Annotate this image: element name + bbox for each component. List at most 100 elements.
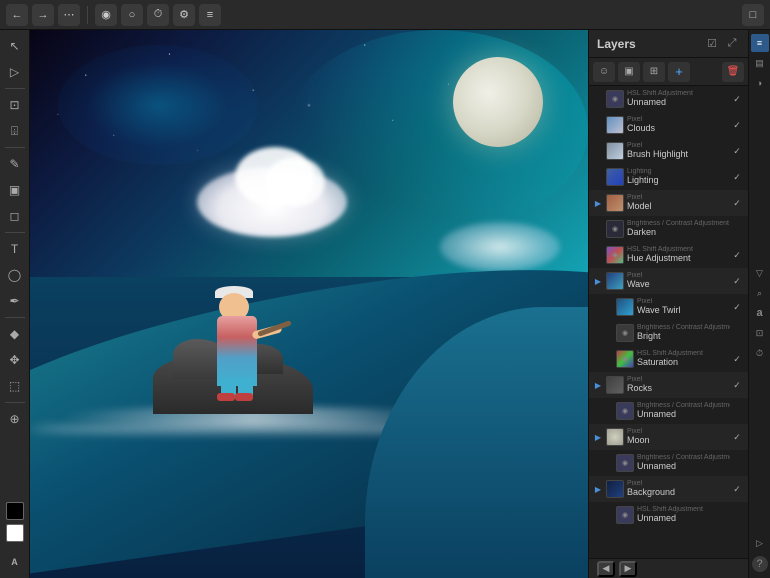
layer-vis-unnamed-top[interactable]: ✓	[730, 94, 744, 105]
layer-type-bright: Brightness / Contrast Adjustment	[637, 324, 730, 331]
layer-item-lighting[interactable]: Lighting Lighting ✓	[589, 164, 748, 190]
pointer-tool[interactable]: ▷	[3, 60, 27, 84]
layer-expand-background[interactable]: ▶	[593, 484, 603, 494]
layer-item-clouds[interactable]: Pixel Clouds ✓	[589, 112, 748, 138]
paint-tool[interactable]: ✎	[3, 152, 27, 176]
node-tool[interactable]: ◆	[3, 322, 27, 346]
move-tool[interactable]: ↖	[3, 34, 27, 58]
sidebar-camera-icon[interactable]: ⊡	[751, 324, 769, 342]
menu-button[interactable]: ≡	[199, 4, 221, 26]
text-tool[interactable]: T	[3, 237, 27, 261]
text-label-tool[interactable]: A	[3, 550, 27, 574]
layer-item-unnamed2[interactable]: ◉ Brightness / Contrast Adjustment Unnam…	[589, 398, 748, 424]
pen-tool[interactable]: ✒	[3, 289, 27, 313]
layer-vis-wavetwirl[interactable]: ✓	[730, 302, 744, 313]
transform-tool[interactable]: ⌹	[3, 119, 27, 143]
layer-delete-button[interactable]: 🗑	[722, 62, 744, 82]
layer-vis-rocks[interactable]: ✓	[730, 380, 744, 391]
layer-item-wave[interactable]: ▶ Pixel Wave ✓	[589, 268, 748, 294]
layer-add-button[interactable]: +	[668, 62, 690, 82]
layer-thumb-moon	[606, 428, 624, 446]
selection-tool[interactable]: ⬚	[3, 374, 27, 398]
background-color[interactable]	[6, 524, 24, 542]
layer-item-wavetwirl[interactable]: Pixel Wave Twirl ✓	[589, 294, 748, 320]
persona-button[interactable]: ◉	[95, 4, 117, 26]
layer-name-wavetwirl: Wave Twirl	[637, 305, 730, 316]
layer-item-model[interactable]: ▶ Pixel Model ✓	[589, 190, 748, 216]
layer-vis-hue[interactable]: ✓	[730, 250, 744, 261]
foreground-color[interactable]	[6, 502, 24, 520]
crop-tool[interactable]: ⊡	[3, 93, 27, 117]
layer-info-unnamed-moon: Brightness / Contrast Adjustment Unnamed	[637, 454, 730, 472]
layer-add-adjustment-button[interactable]: ☺	[593, 62, 615, 82]
layer-info-clouds: Pixel Clouds	[627, 116, 730, 134]
layer-item-darken[interactable]: ◉ Brightness / Contrast Adjustment Darke…	[589, 216, 748, 242]
layer-vis-clouds[interactable]: ✓	[730, 120, 744, 131]
layer-item-unnamed-moon[interactable]: ◉ Brightness / Contrast Adjustment Unnam…	[589, 450, 748, 476]
sample-tool[interactable]: ✥	[3, 348, 27, 372]
layer-item-unnamed-top[interactable]: ◉ HSL Shift Adjustment Unnamed ✓	[589, 86, 748, 112]
layer-item-rocks[interactable]: ▶ Pixel Rocks ✓	[589, 372, 748, 398]
sidebar-text-style-icon[interactable]: a	[751, 304, 769, 322]
back-button[interactable]: ←	[6, 4, 28, 26]
fill-tool[interactable]: ▣	[3, 178, 27, 202]
layer-expand-model[interactable]: ▶	[593, 198, 603, 208]
layer-type-unnamed2: Brightness / Contrast Adjustment	[637, 402, 730, 409]
layer-item-moon[interactable]: ▶ Pixel Moon ✓	[589, 424, 748, 450]
shape-tool[interactable]: ◯	[3, 263, 27, 287]
layer-thumb-model	[606, 194, 624, 212]
timer-button[interactable]: ⏱	[147, 4, 169, 26]
layer-item-brush[interactable]: Pixel Brush Highlight ✓	[589, 138, 748, 164]
layer-vis-background[interactable]: ✓	[730, 484, 744, 495]
layer-type-rocks: Pixel	[627, 376, 730, 383]
layer-expand-rocks[interactable]: ▶	[593, 380, 603, 390]
layer-vis-model[interactable]: ✓	[730, 198, 744, 209]
sidebar-clock-icon[interactable]: ⏱	[751, 344, 769, 362]
layer-vis-moon[interactable]: ✓	[730, 432, 744, 443]
layer-item-unnamed-bg[interactable]: ◉ HSL Shift Adjustment Unnamed	[589, 502, 748, 528]
layer-item-background[interactable]: ▶ Pixel Background ✓	[589, 476, 748, 502]
sidebar-question-icon[interactable]: ?	[752, 556, 768, 572]
layer-toolbar: ☺ ▣ ⊞ + 🗑	[589, 58, 748, 86]
view-button[interactable]: □	[742, 4, 764, 26]
sidebar-adjust-icon[interactable]: ◑	[751, 74, 769, 92]
layer-info-background: Pixel Background	[627, 480, 730, 498]
layer-item-bright[interactable]: ◉ Brightness / Contrast Adjustment Brigh…	[589, 320, 748, 346]
panel-checkbox-icon[interactable]: ☑	[704, 36, 720, 52]
layer-add-pixel-button[interactable]: ▣	[618, 62, 640, 82]
nebula	[58, 45, 258, 165]
layer-info-unnamed-top: HSL Shift Adjustment Unnamed	[627, 90, 730, 108]
layer-item-hue[interactable]: ◉ HSL Shift Adjustment Hue Adjustment ✓	[589, 242, 748, 268]
develop-button[interactable]: ○	[121, 4, 143, 26]
more-button[interactable]: ⋯	[58, 4, 80, 26]
panel-next-button[interactable]: ▶	[619, 561, 637, 577]
erase-tool[interactable]: ◻	[3, 204, 27, 228]
layer-item-saturation[interactable]: ◉ HSL Shift Adjustment Saturation ✓	[589, 346, 748, 372]
sidebar-arrow-right-icon[interactable]: ▷	[751, 534, 769, 552]
layer-type-unnamed-top: HSL Shift Adjustment	[627, 90, 730, 97]
layer-name-rocks: Rocks	[627, 383, 730, 394]
layer-vis-lighting[interactable]: ✓	[730, 172, 744, 183]
settings-button[interactable]: ⚙	[173, 4, 195, 26]
sidebar-search-icon[interactable]: ⌕	[751, 284, 769, 302]
sidebar-channels-icon[interactable]: ▤	[751, 54, 769, 72]
canvas-area[interactable]	[30, 30, 588, 578]
panel-expand-icon[interactable]: ⤢	[724, 36, 740, 52]
layer-vis-wave[interactable]: ✓	[730, 276, 744, 287]
sidebar-filter-icon[interactable]: ▽	[751, 264, 769, 282]
layer-group-button[interactable]: ⊞	[643, 62, 665, 82]
layer-type-background: Pixel	[627, 480, 730, 487]
layer-thumb-wavetwirl	[616, 298, 634, 316]
layer-type-brush: Pixel	[627, 142, 730, 149]
sidebar-layers-icon[interactable]: ≡	[751, 34, 769, 52]
layer-expand-moon[interactable]: ▶	[593, 432, 603, 442]
panel-prev-button[interactable]: ◀	[597, 561, 615, 577]
layer-type-hue: HSL Shift Adjustment	[627, 246, 730, 253]
layer-vis-saturation[interactable]: ✓	[730, 354, 744, 365]
layer-expand-wave[interactable]: ▶	[593, 276, 603, 286]
layer-thumb-unnamed-top: ◉	[606, 90, 624, 108]
layer-vis-brush[interactable]: ✓	[730, 146, 744, 157]
layer-expand-wavetwirl	[603, 302, 613, 312]
zoom-tool[interactable]: ⊕	[3, 407, 27, 431]
forward-button[interactable]: →	[32, 4, 54, 26]
